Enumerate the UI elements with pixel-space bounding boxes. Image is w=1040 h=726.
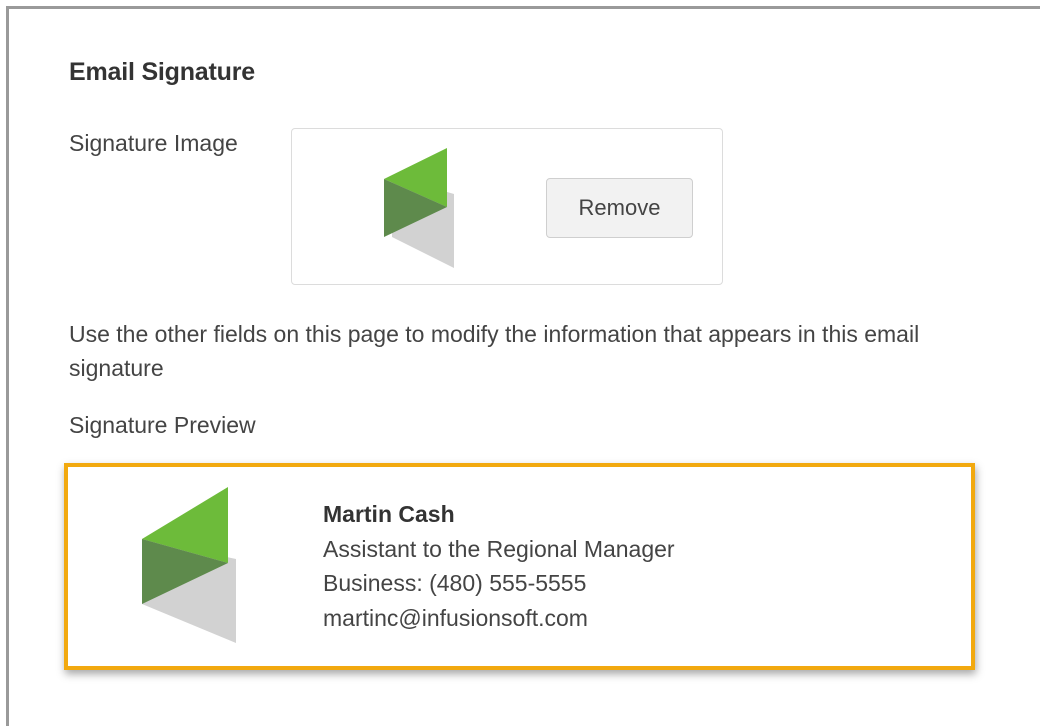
signature-preview-label: Signature Preview (69, 412, 256, 438)
signature-job-title: Assistant to the Regional Manager (323, 535, 675, 562)
helper-text: Use the other fields on this page to mod… (69, 321, 920, 381)
signature-name: Martin Cash (323, 501, 455, 527)
remove-button[interactable]: Remove (546, 178, 693, 238)
infusionsoft-logo-icon (384, 148, 454, 268)
infusionsoft-logo-icon (142, 487, 236, 643)
signature-image-label: Signature Image (69, 130, 238, 156)
section-title: Email Signature (69, 58, 255, 86)
signature-text: Martin Cash Assistant to the Regional Ma… (323, 497, 675, 635)
signature-preview: Martin Cash Assistant to the Regional Ma… (64, 463, 975, 670)
signature-image-box: Remove (291, 128, 723, 285)
signature-phone: Business: (480) 555-5555 (323, 570, 587, 596)
signature-email: martinc@infusionsoft.com (323, 604, 588, 631)
